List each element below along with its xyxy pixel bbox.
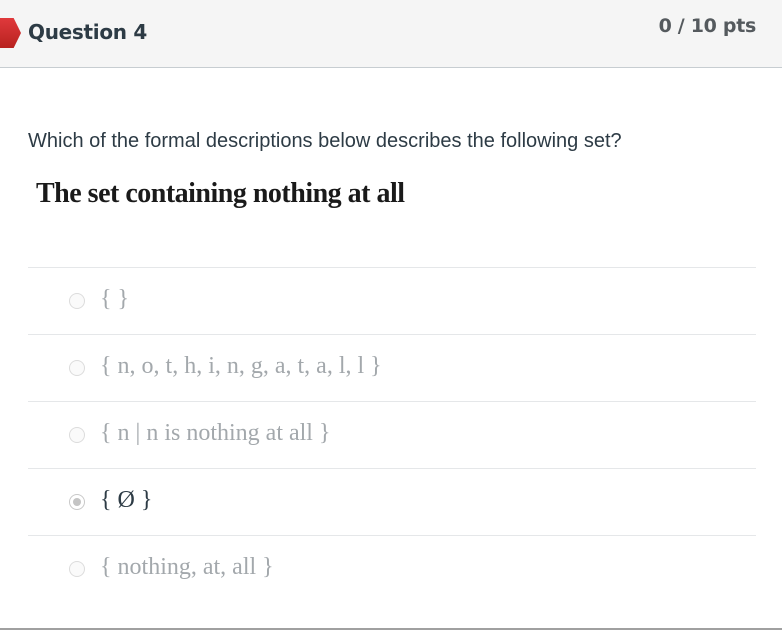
question-prompt: Which of the formal descriptions below d… [28, 130, 622, 152]
radio-button[interactable] [69, 561, 85, 577]
radio-button[interactable] [69, 360, 85, 376]
answer-label: { } [100, 286, 130, 312]
answer-option[interactable]: { nothing, at, all } [28, 535, 756, 602]
incorrect-marker-icon [0, 18, 21, 48]
answer-label: { Ø } [100, 487, 153, 513]
divider [0, 628, 782, 630]
radio-button[interactable] [69, 293, 85, 309]
answer-label: { nothing, at, all } [100, 554, 274, 580]
set-description: The set containing nothing at all [36, 178, 405, 209]
answer-label: { n, o, t, h, i, n, g, a, t, a, l, l } [100, 353, 382, 379]
question-header: Question 4 0 / 10 pts [0, 0, 782, 68]
question-title: Question 4 [28, 20, 147, 44]
answer-option[interactable]: { n | n is nothing at all } [28, 401, 756, 468]
answer-option[interactable]: { n, o, t, h, i, n, g, a, t, a, l, l } [28, 334, 756, 401]
answer-label: { n | n is nothing at all } [100, 420, 331, 446]
radio-button-checked[interactable] [69, 494, 85, 510]
radio-button[interactable] [69, 427, 85, 443]
points-score: 0 / 10 pts [658, 15, 757, 37]
answer-option[interactable]: { } [28, 267, 756, 334]
answer-list: { } { n, o, t, h, i, n, g, a, t, a, l, l… [28, 267, 756, 602]
answer-option-selected[interactable]: { Ø } [28, 468, 756, 535]
